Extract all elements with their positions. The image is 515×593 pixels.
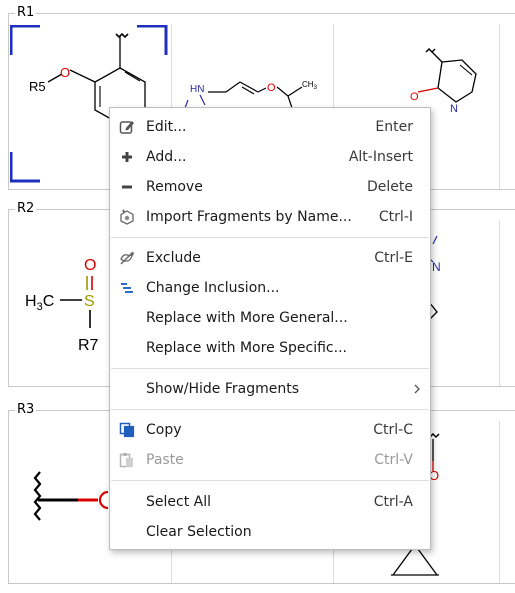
menu-item-shortcut: Ctrl-A <box>373 494 413 510</box>
menu-item-shortcut: Ctrl-I <box>378 209 413 225</box>
menu-item-remove[interactable]: Remove Delete <box>110 172 430 202</box>
menu-item-edit[interactable]: Edit... Enter <box>110 112 430 142</box>
menu-item-label: Replace with More Specific... <box>146 340 347 356</box>
menu-item-select-all[interactable]: Select All Ctrl-A <box>110 487 430 517</box>
import-icon <box>120 209 134 225</box>
fragment-r2-1[interactable]: H3C S O R7 <box>20 250 115 360</box>
menu-separator <box>111 409 429 410</box>
menu-separator <box>111 368 429 369</box>
menu-item-label: Exclude <box>146 250 201 266</box>
cell-divider <box>499 24 500 189</box>
r2-group-label: R2 <box>15 201 37 216</box>
atom-label: R7 <box>78 337 99 354</box>
atom-label: S <box>84 293 95 310</box>
atom-label: O <box>410 91 419 103</box>
atom-label: O <box>267 82 276 94</box>
menu-item-add[interactable]: Add... Alt-Insert <box>110 142 430 172</box>
fragment-r2-3[interactable]: N <box>425 230 465 321</box>
fragment-r1-2[interactable]: HN O CH3 <box>180 70 330 110</box>
menu-item-clear-selection[interactable]: Clear Selection <box>110 517 430 547</box>
atom-label: R5 <box>29 79 46 94</box>
menu-item-replace-more-general[interactable]: Replace with More General... <box>110 303 430 333</box>
copy-icon <box>119 422 135 438</box>
menu-item-label: Import Fragments by Name... <box>146 209 352 225</box>
menu-item-import-fragments[interactable]: Import Fragments by Name... Ctrl-I <box>110 202 430 232</box>
atom-label: H3C <box>25 293 54 313</box>
atom-label: O <box>60 65 70 80</box>
menu-item-label: Paste <box>146 452 184 468</box>
menu-item-label: Edit... <box>146 119 187 135</box>
exclude-icon <box>120 251 135 265</box>
paste-icon <box>119 453 133 468</box>
menu-separator <box>111 480 429 481</box>
atom-label: N <box>450 103 458 115</box>
menu-item-shortcut: Ctrl-V <box>374 452 413 468</box>
menu-item-shortcut: Enter <box>375 119 413 135</box>
menu-item-paste: Paste Ctrl-V <box>110 445 430 475</box>
menu-item-label: Change Inclusion... <box>146 280 280 296</box>
menu-item-label: Add... <box>146 149 187 165</box>
menu-item-label: Show/Hide Fragments <box>146 381 300 397</box>
edit-icon <box>119 121 134 134</box>
cell-divider <box>499 220 500 386</box>
atom-label: CH3 <box>302 80 318 91</box>
inclusion-icon <box>121 283 133 293</box>
atom-label: N <box>432 260 441 274</box>
menu-separator <box>111 237 429 238</box>
menu-item-shortcut: Alt-Insert <box>348 149 413 165</box>
atom-label: O <box>84 257 96 274</box>
menu-item-shortcut: Ctrl-C <box>373 422 413 438</box>
r3-group-label: R3 <box>15 402 37 417</box>
menu-item-shortcut: Ctrl-E <box>374 250 413 266</box>
r1-group-label: R1 <box>15 5 37 20</box>
menu-item-change-inclusion[interactable]: Change Inclusion... <box>110 273 430 303</box>
fragment-r3-1[interactable] <box>28 470 113 530</box>
cell-divider <box>499 421 500 583</box>
menu-item-label: Replace with More General... <box>146 310 348 326</box>
menu-item-copy[interactable]: Copy Ctrl-C <box>110 415 430 445</box>
menu-item-replace-more-specific[interactable]: Replace with More Specific... <box>110 333 430 363</box>
atom-label: HN <box>190 84 204 95</box>
menu-item-show-hide-fragments[interactable]: Show/Hide Fragments <box>110 374 430 404</box>
submenu-arrow-icon <box>414 384 420 394</box>
fragment-r1-3[interactable]: O N <box>400 40 495 115</box>
menu-item-label: Select All <box>146 494 211 510</box>
menu-item-label: Clear Selection <box>146 524 252 540</box>
context-menu: Edit... Enter Add... Alt-Insert Remove D… <box>109 107 431 550</box>
minus-icon <box>122 185 132 189</box>
menu-item-label: Copy <box>146 422 182 438</box>
menu-item-shortcut: Delete <box>367 179 413 195</box>
menu-item-exclude[interactable]: Exclude Ctrl-E <box>110 243 430 273</box>
menu-item-label: Remove <box>146 179 203 195</box>
plus-icon <box>122 152 132 162</box>
